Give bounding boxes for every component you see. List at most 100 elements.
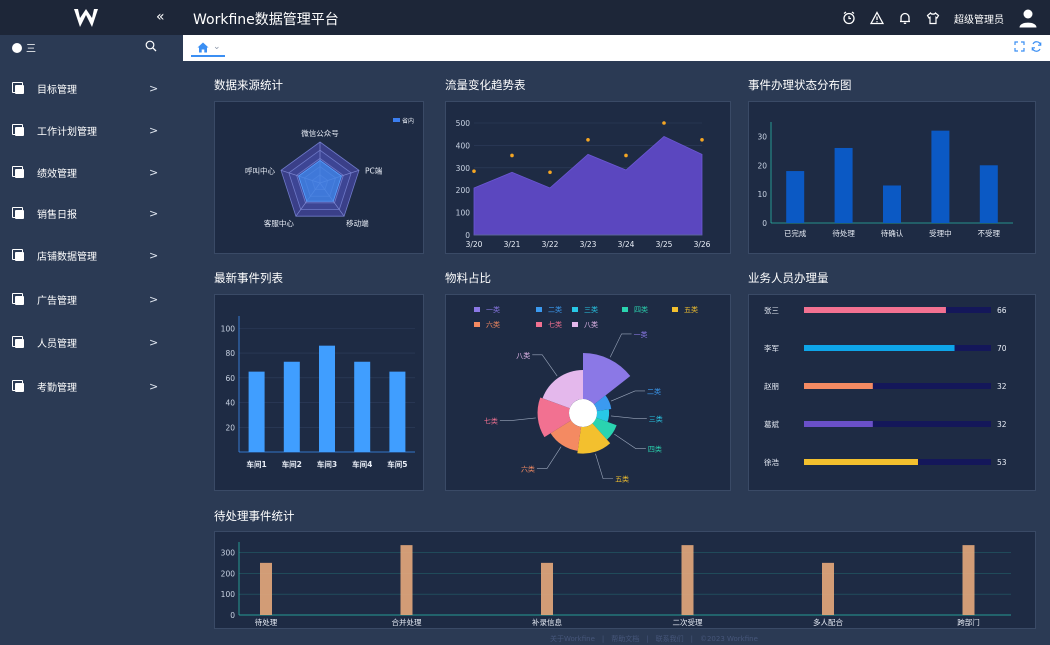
- copy-icon: [12, 166, 24, 178]
- rose-slice-label: 四类: [648, 445, 662, 454]
- hbar-value-label: 70: [997, 344, 1007, 353]
- fullscreen-icon[interactable]: [1014, 41, 1025, 52]
- hbar-category-label: 葛斌: [764, 419, 779, 429]
- scatter-point: [662, 121, 666, 125]
- events-y-tick-label: 80: [225, 349, 235, 358]
- sidebar-item-store-data[interactable]: 店铺数据管理 >: [0, 240, 183, 270]
- status-x-tick-label: 受理中: [929, 228, 952, 238]
- rose-leader-line: [610, 415, 647, 419]
- copy-icon: [12, 249, 24, 261]
- rose-legend-swatch: [572, 307, 578, 312]
- search-icon[interactable]: [145, 40, 157, 52]
- sidebar-item-ads[interactable]: 广告管理 >: [0, 284, 183, 314]
- refresh-icon[interactable]: [1031, 41, 1042, 52]
- traffic-area-chart: 0 100 200 300 400 500 3/20 3/21 3/22 3/23 3/24 3/25…: [456, 119, 711, 249]
- rose-leader-line: [499, 417, 536, 421]
- radar-legend-label: 省内: [402, 117, 414, 125]
- rose-legend-label: 五类: [684, 305, 698, 314]
- rose-leader-line: [595, 453, 614, 479]
- rose-slice-label: 五类: [615, 475, 629, 484]
- status-y-tick-label: 20: [757, 161, 767, 170]
- hbar-value-label: 53: [997, 458, 1007, 467]
- clock-icon[interactable]: [842, 11, 856, 25]
- hbar-value-label: 32: [997, 382, 1007, 391]
- copy-icon: [12, 336, 24, 348]
- user-name[interactable]: 超级管理员: [954, 11, 1004, 26]
- sidebar-menu-label[interactable]: 三: [26, 40, 36, 55]
- source-radar-panel: 微信公众号 PC端 移动端 客服中心 呼叫中心 省内: [214, 101, 424, 254]
- shirt-icon[interactable]: [926, 11, 940, 25]
- rose-legend-label: 二类: [548, 305, 562, 314]
- radar-indicator-label: 客服中心: [264, 218, 294, 228]
- sidebar-item-staff[interactable]: 人员管理 >: [0, 327, 183, 357]
- area-y-tick-label: 0: [465, 231, 470, 240]
- status-x-tick-label: 待确认: [881, 228, 904, 238]
- section-title-traffic: 流量变化趋势表: [445, 78, 526, 92]
- status-bar: [979, 165, 998, 223]
- status-bar: [883, 185, 901, 223]
- rose-legend-swatch: [474, 322, 480, 327]
- scatter-point: [510, 153, 514, 158]
- sidebar-item-label: 广告管理: [37, 295, 77, 307]
- pending-bar: [962, 545, 975, 615]
- collapse-sidebar-button[interactable]: «: [156, 9, 165, 25]
- copy-icon: [12, 380, 24, 392]
- rose-slice-label: 八类: [516, 351, 530, 360]
- sidebar-item-performance[interactable]: 绩效管理 >: [0, 157, 183, 187]
- hbar-value-label: 32: [997, 420, 1007, 429]
- hbar-bar: [804, 459, 918, 465]
- tab-home[interactable]: ⌄: [191, 39, 225, 57]
- events-x-tick-label: 车间5: [387, 459, 407, 469]
- section-title-source: 数据来源统计: [214, 78, 283, 92]
- rose-slice-label: 六类: [521, 465, 535, 474]
- sidebar-item-label: 销售日报: [37, 209, 77, 221]
- area-y-tick-label: 500: [456, 119, 471, 128]
- pending-bar: [400, 545, 413, 615]
- section-title-material: 物料占比: [445, 271, 491, 285]
- warning-icon[interactable]: [870, 11, 884, 25]
- events-x-tick-label: 车间4: [352, 459, 372, 469]
- status-bar-chart: 0 10 20 30 已完成 待处理 待确认 受理中 不受理: [757, 122, 1013, 238]
- chevron-right-icon: >: [149, 292, 159, 306]
- scatter-point: [548, 170, 552, 175]
- events-bar: [389, 371, 406, 452]
- sidebar-item-work-plan[interactable]: 工作计划管理 >: [0, 115, 183, 145]
- chevron-right-icon: >: [149, 248, 159, 262]
- chevron-right-icon: >: [149, 206, 159, 220]
- rose-leader-line: [609, 333, 632, 358]
- events-y-tick-label: 100: [221, 324, 236, 333]
- sidebar-item-sales-daily[interactable]: 销售日报 >: [0, 198, 183, 228]
- sidebar-item-attendance[interactable]: 考勤管理 >: [0, 371, 183, 401]
- scatter-point: [586, 138, 590, 142]
- scatter-point: [472, 169, 476, 173]
- hbar-category-label: 李军: [764, 343, 779, 353]
- events-bar: [248, 371, 265, 452]
- radar-indicator-label: 微信公众号: [301, 128, 339, 138]
- pending-bar: [822, 562, 834, 615]
- user-avatar-icon[interactable]: [1018, 8, 1038, 28]
- rose-legend-swatch: [474, 307, 480, 312]
- sidebar-item-label: 工作计划管理: [37, 126, 97, 138]
- material-rose-chart: 一类 二类 三类 四类 五类六类 七类 八类一类二类三类四类五类六类七类八类: [474, 305, 698, 484]
- rose-legend-swatch: [572, 322, 578, 327]
- pending-x-tick-label: 跨部门: [957, 617, 980, 627]
- copy-icon: [12, 293, 24, 305]
- chevron-down-icon[interactable]: ⌄: [213, 43, 221, 52]
- bell-icon[interactable]: [898, 11, 912, 25]
- pending-y-tick-label: 100: [221, 590, 236, 599]
- events-y-tick-label: 60: [225, 374, 235, 383]
- area-series: [473, 135, 703, 236]
- chevron-right-icon: >: [149, 81, 159, 95]
- sidebar-item-goals[interactable]: 目标管理 >: [0, 73, 183, 103]
- pending-bar: [681, 545, 694, 615]
- copy-icon: [12, 82, 24, 94]
- events-x-tick-label: 车间3: [317, 459, 337, 469]
- section-title-events: 最新事件列表: [214, 271, 283, 285]
- chevron-right-icon: >: [149, 165, 159, 179]
- status-bar-panel: 0 10 20 30 已完成 待处理 待确认 受理中 不受理: [748, 101, 1036, 254]
- area-x-tick-label: 3/25: [656, 240, 673, 249]
- section-title-staff: 业务人员办理量: [748, 271, 829, 285]
- hbar-category-label: 徐浩: [764, 457, 779, 467]
- rose-leader-line: [532, 354, 558, 377]
- app-title: Workfine数据管理平台: [193, 12, 339, 28]
